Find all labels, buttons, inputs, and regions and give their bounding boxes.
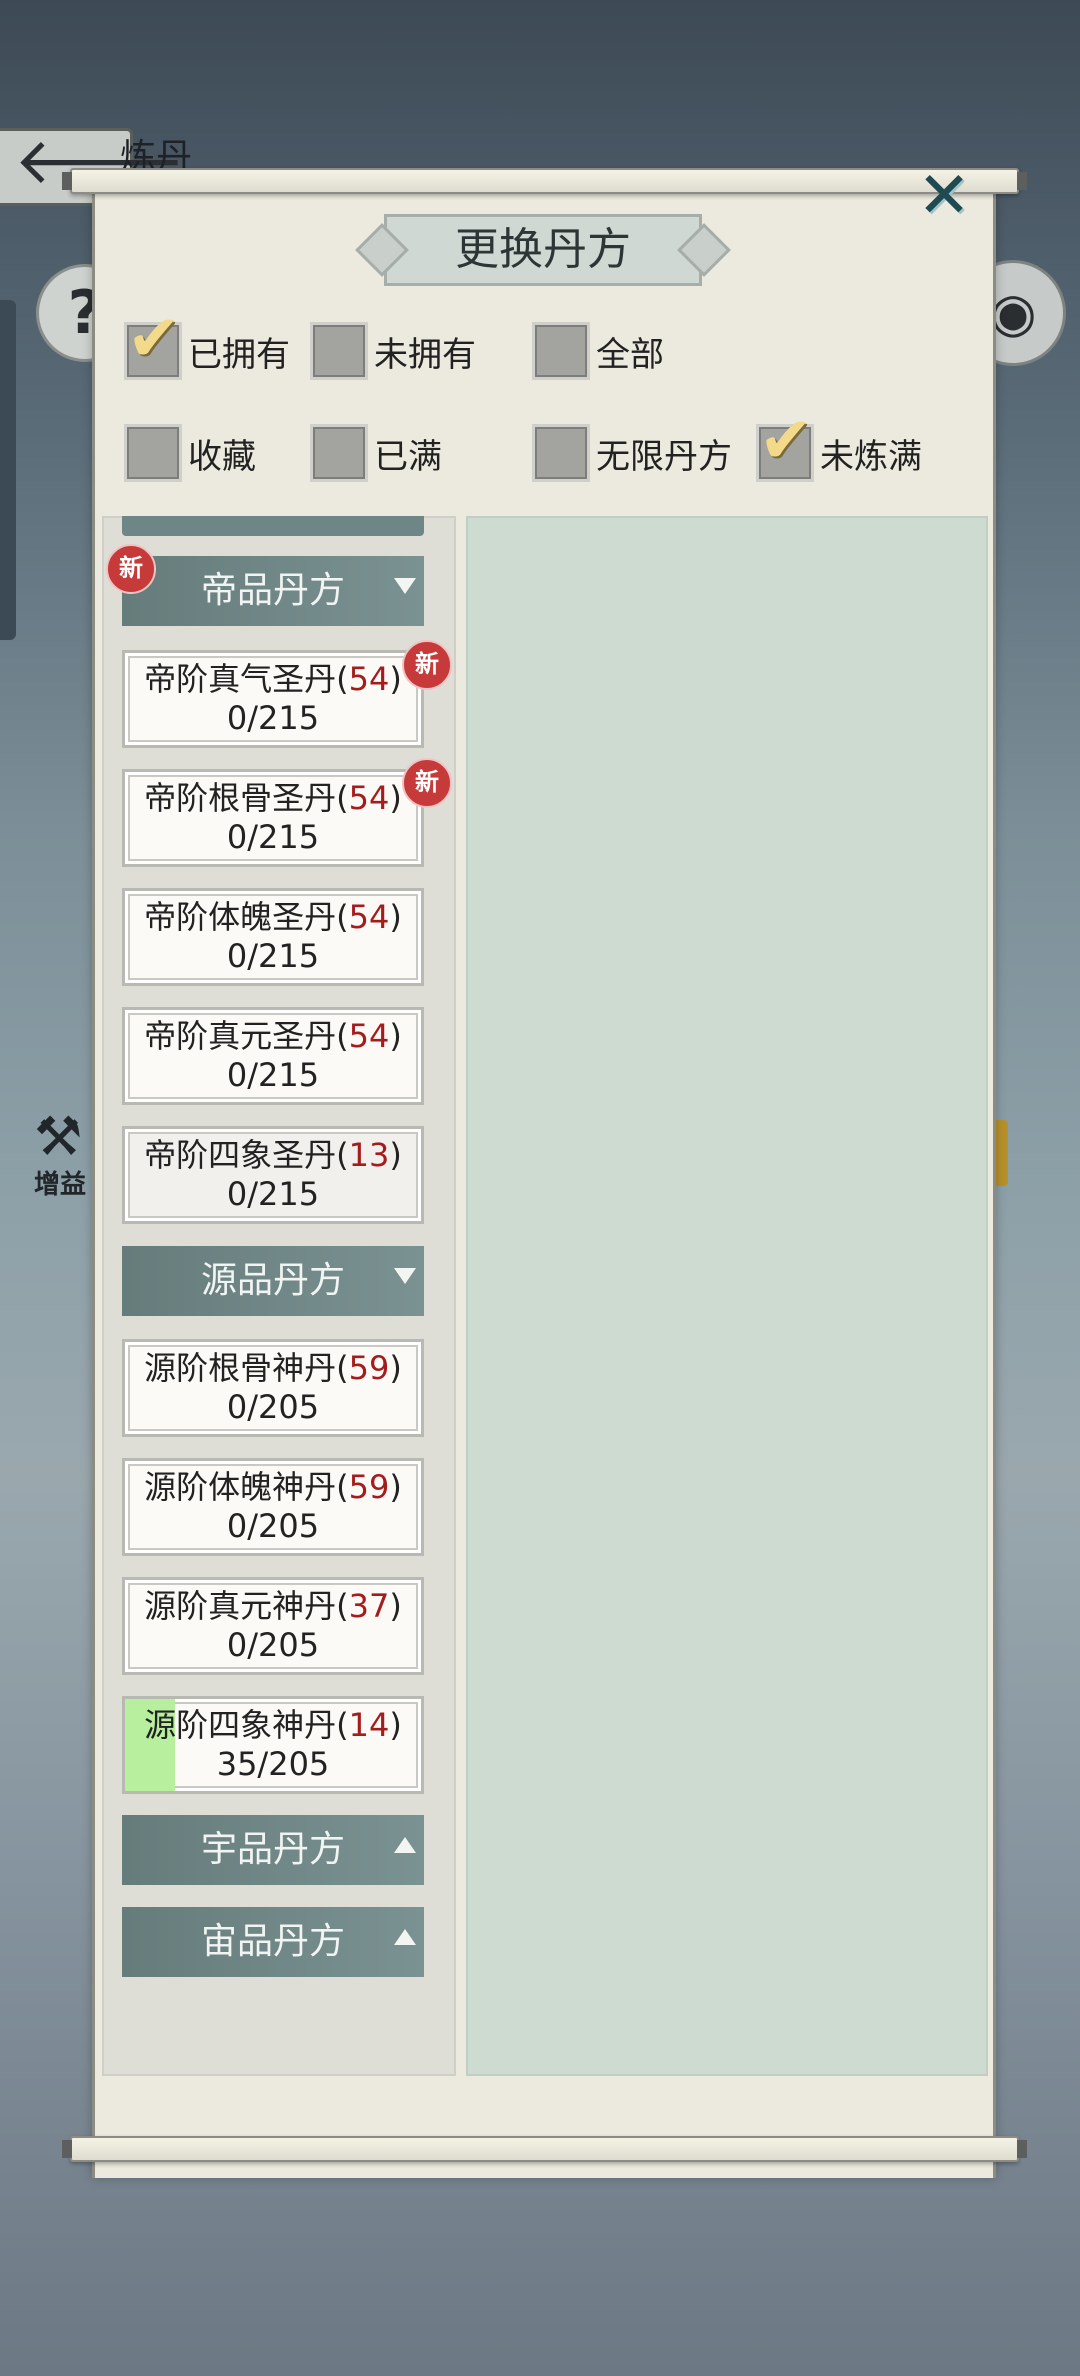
- recipe-level: 59: [348, 1468, 390, 1506]
- recipe-name: 帝阶真气圣丹: [144, 660, 337, 698]
- recipe-level: 54: [348, 898, 390, 936]
- recipe-level: 54: [348, 779, 390, 817]
- buff-label: 增益: [34, 1170, 87, 1200]
- filter-not-maxed-checkbox[interactable]: ✔: [756, 409, 814, 482]
- recipe-level: 59: [348, 1349, 390, 1387]
- dialog-title: 更换丹方: [455, 224, 631, 275]
- chevron-down-icon: [394, 578, 416, 594]
- new-badge: 新: [106, 544, 156, 594]
- recipe-count: 35/205: [216, 1745, 330, 1783]
- filter-infinite-checkbox[interactable]: [532, 424, 590, 482]
- close-icon[interactable]: ✕: [914, 164, 974, 228]
- filter-owned-label: 已拥有: [188, 334, 290, 375]
- recipe-item[interactable]: 源阶体魄神丹(59) 0/205: [122, 1458, 424, 1556]
- recipe-item[interactable]: 帝阶四象圣丹(13) 0/215: [122, 1126, 424, 1224]
- filter-all-label: 全部: [596, 334, 664, 375]
- filter-favorites[interactable]: 收藏: [124, 424, 256, 482]
- category-header-zhou[interactable]: 宙品丹方: [122, 1907, 424, 1977]
- filter-favorites-checkbox[interactable]: [124, 424, 182, 482]
- recipe-item[interactable]: 源阶四象神丹(14) 35/205: [122, 1696, 424, 1794]
- filter-not-owned-checkbox[interactable]: [310, 322, 368, 380]
- category-header-yuan[interactable]: 源品丹方: [122, 1246, 424, 1316]
- recipe-level: 54: [348, 660, 390, 698]
- recipe-item[interactable]: 帝阶真气圣丹(54) 0/215: [122, 650, 424, 748]
- scroll-top-rod: [62, 168, 1027, 194]
- recipe-name: 帝阶真元圣丹: [144, 1017, 337, 1055]
- recipe-count: 0/215: [226, 699, 320, 737]
- chevron-up-icon: [394, 1837, 416, 1853]
- recipe-level: 13: [348, 1136, 390, 1174]
- recipe-count: 0/215: [226, 1056, 320, 1094]
- filter-all[interactable]: 全部: [532, 322, 664, 380]
- category-label: 源品丹方: [200, 1260, 345, 1301]
- filter-infinite-label: 无限丹方: [596, 436, 732, 477]
- chevron-up-icon: [394, 1929, 416, 1945]
- recipe-name: 源阶体魄神丹: [144, 1468, 337, 1506]
- chevron-down-icon: [394, 1268, 416, 1284]
- checkmark-icon: ✔: [759, 404, 813, 478]
- recipe-count: 0/205: [226, 1507, 320, 1545]
- new-badge: 新: [402, 640, 452, 690]
- recipe-count: 0/205: [226, 1626, 320, 1664]
- category-label: 宙品丹方: [200, 1921, 345, 1962]
- recipe-level: 37: [348, 1587, 390, 1625]
- recipe-level: 54: [348, 1017, 390, 1055]
- recipe-name: 帝阶四象圣丹: [144, 1136, 337, 1174]
- recipe-name: 帝阶根骨圣丹: [144, 779, 337, 817]
- recipe-item[interactable]: 帝阶根骨圣丹(54) 0/215: [122, 769, 424, 867]
- filter-full-checkbox[interactable]: [310, 424, 368, 482]
- recipe-count: 0/215: [226, 937, 320, 975]
- recipe-name: 源阶四象神丹: [144, 1706, 337, 1744]
- filter-not-maxed-label: 未炼满: [820, 436, 922, 477]
- recipe-item[interactable]: 帝阶真元圣丹(54) 0/215: [122, 1007, 424, 1105]
- category-label: 宇品丹方: [200, 1829, 345, 1870]
- recipe-item[interactable]: 源阶真元神丹(37) 0/205: [122, 1577, 424, 1675]
- filter-not-owned-label: 未拥有: [374, 334, 476, 375]
- recipe-name: 源阶根骨神丹: [144, 1349, 337, 1387]
- scroll-bottom-rod: [62, 2136, 1027, 2162]
- side-tab: [0, 300, 16, 640]
- recipe-name: 帝阶体魄圣丹: [144, 898, 337, 936]
- filter-full-label: 已满: [374, 436, 442, 477]
- checkmark-icon: ✔: [127, 302, 181, 376]
- filter-full[interactable]: 已满: [310, 424, 442, 482]
- recipe-item[interactable]: 帝阶体魄圣丹(54) 0/215: [122, 888, 424, 986]
- filter-owned-checkbox[interactable]: ✔: [124, 307, 182, 380]
- filter-favorites-label: 收藏: [188, 436, 256, 477]
- filter-not-maxed[interactable]: ✔ 未炼满: [756, 409, 922, 482]
- category-header-yu[interactable]: 宇品丹方: [122, 1815, 424, 1885]
- list-scroll-edge: [122, 516, 424, 536]
- filter-infinite[interactable]: 无限丹方: [532, 424, 732, 482]
- category-header-di[interactable]: 帝品丹方: [122, 556, 424, 626]
- filter-owned[interactable]: ✔ 已拥有: [124, 307, 290, 380]
- filter-all-checkbox[interactable]: [532, 322, 590, 380]
- recipe-level: 14: [348, 1706, 390, 1744]
- filter-not-owned[interactable]: 未拥有: [310, 322, 476, 380]
- recipe-count: 0/205: [226, 1388, 320, 1426]
- category-label: 帝品丹方: [200, 570, 345, 611]
- recipe-count: 0/215: [226, 1175, 320, 1213]
- recipe-count: 0/215: [226, 818, 320, 856]
- new-badge: 新: [402, 758, 452, 808]
- recipe-name: 源阶真元神丹: [144, 1587, 337, 1625]
- recipe-item[interactable]: 源阶根骨神丹(59) 0/205: [122, 1339, 424, 1437]
- recipe-detail-panel: [466, 516, 988, 2076]
